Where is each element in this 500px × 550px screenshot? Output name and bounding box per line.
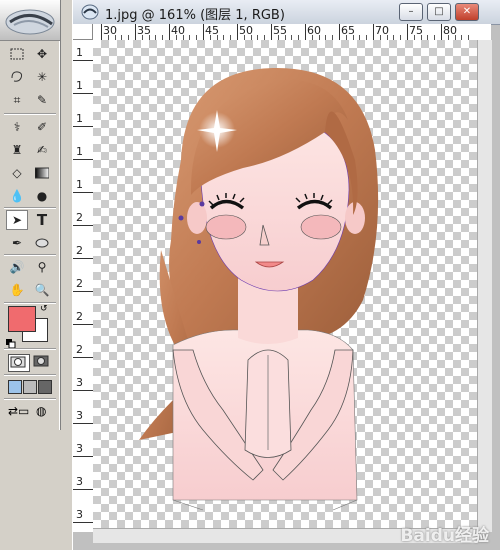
document-window: 1.jpg @ 161% (图层 1, RGB) – □ ✕ 30 35 40 45 5… <box>72 0 500 550</box>
ruler-tick-line <box>101 24 102 40</box>
dodge-icon[interactable]: ● <box>31 186 53 206</box>
crop-icon[interactable]: ⌗ <box>6 90 28 110</box>
ruler-tick-label: 3 <box>76 409 83 422</box>
tool-palette: ✥ ✳ ⌗ ✎ ⚕ ✐ ♜ ✍ ◇ 💧 ● ➤ T ✒ 🔊 ⚲ ✋ 🔍 ↺ ⇄▭… <box>0 0 61 430</box>
quick-mask-icon[interactable] <box>32 354 52 370</box>
marquee-icon[interactable] <box>6 44 28 64</box>
jump-to-imageready-icon[interactable]: ⇄▭ <box>8 404 36 420</box>
ruler-tick-label: 3 <box>76 442 83 455</box>
blur-icon[interactable]: 💧 <box>6 186 28 206</box>
hand-icon[interactable]: ✋ <box>6 280 28 300</box>
eraser-icon[interactable]: ◇ <box>6 163 28 183</box>
eyedropper-icon[interactable]: ⚲ <box>31 257 53 277</box>
zoom-icon[interactable]: 🔍 <box>31 280 53 300</box>
ruler-tick-label: 2 <box>76 277 83 290</box>
vertical-ruler[interactable]: 1 1 1 1 1 2 2 2 2 2 3 3 3 3 3 <box>73 40 94 532</box>
image-canvas[interactable] <box>93 40 477 528</box>
ruler-tick-line <box>73 192 93 193</box>
path-selection-icon[interactable]: ➤ <box>6 210 28 230</box>
shape-icon[interactable] <box>31 233 53 253</box>
watermark: Baidu经验 <box>400 526 489 546</box>
maximize-button[interactable]: □ <box>427 3 451 21</box>
ear-left <box>187 202 207 234</box>
ruler-tick-label: 1 <box>76 79 83 92</box>
move-icon[interactable]: ✥ <box>31 44 53 64</box>
tool-palette-header[interactable] <box>0 0 60 41</box>
blush-right <box>300 214 342 240</box>
ruler-tick-line <box>339 24 340 40</box>
screen-mode-standard-icon[interactable] <box>8 380 22 394</box>
ruler-tick-label: 3 <box>76 376 83 389</box>
ruler-tick-label: 1 <box>76 178 83 191</box>
ruler-tick-line <box>73 456 93 457</box>
ruler-tick-label: 2 <box>76 244 83 257</box>
foreground-color-swatch[interactable] <box>8 306 36 332</box>
ruler-tick-line <box>73 159 93 160</box>
lasso-icon[interactable] <box>6 67 28 87</box>
ruler-tick-line <box>73 390 93 391</box>
blush-left <box>205 214 247 240</box>
ruler-tick-label: 2 <box>76 343 83 356</box>
document-icon <box>81 4 99 20</box>
ruler-tick-line <box>73 258 93 259</box>
ruler-tick-line <box>73 93 93 94</box>
ruler-tick-label: 3 <box>76 508 83 521</box>
ruler-tick-line <box>73 489 93 490</box>
healing-brush-icon[interactable]: ⚕ <box>6 117 28 137</box>
document-titlebar[interactable]: 1.jpg @ 161% (图层 1, RGB) – □ ✕ <box>73 0 500 25</box>
ruler-tick-line <box>135 24 136 40</box>
ruler-tick-line <box>73 225 93 226</box>
ruler-tick-line <box>237 24 238 40</box>
ruler-tick-label: 1 <box>76 112 83 125</box>
vertical-scrollbar[interactable] <box>477 40 492 532</box>
ruler-tick-line <box>73 291 93 292</box>
ruler-tick-label: 2 <box>76 310 83 323</box>
horizontal-ruler[interactable]: 30 35 40 45 50 55 60 65 70 75 80 <box>93 24 491 41</box>
screen-mode-fullmenu-icon[interactable] <box>23 380 37 394</box>
ruler-tick-line <box>373 24 374 40</box>
ruler-tick-line <box>73 423 93 424</box>
swap-colors-icon[interactable]: ↺ <box>40 304 54 314</box>
type-icon[interactable]: T <box>31 210 53 230</box>
minimize-button[interactable]: – <box>399 3 423 21</box>
standard-mode-icon[interactable] <box>8 354 30 372</box>
girl-illustration <box>139 67 379 511</box>
clone-stamp-icon[interactable]: ♜ <box>6 140 28 160</box>
ruler-tick-label: 1 <box>76 145 83 158</box>
screen-mode-full-icon[interactable] <box>38 380 52 394</box>
imageready-globe-icon[interactable]: ◍ <box>36 404 52 420</box>
photoshop-feather-icon <box>5 9 55 35</box>
default-colors-icon[interactable] <box>6 334 16 349</box>
ruler-tick-label: 2 <box>76 211 83 224</box>
history-brush-icon[interactable]: ✍ <box>31 140 53 160</box>
ruler-tick-label: 3 <box>76 475 83 488</box>
ruler-tick-label: 1 <box>76 46 83 59</box>
notes-icon[interactable]: 🔊 <box>6 257 28 277</box>
ruler-tick-line <box>73 357 93 358</box>
ruler-tick-line <box>305 24 306 40</box>
pen-icon[interactable]: ✒ <box>6 233 28 253</box>
ruler-tick-line <box>271 24 272 40</box>
close-button[interactable]: ✕ <box>455 3 479 21</box>
ruler-tick-line <box>441 24 442 40</box>
ruler-tick-line <box>169 24 170 40</box>
ruler-origin[interactable] <box>73 24 93 40</box>
gradient-icon[interactable] <box>31 163 53 183</box>
slice-icon[interactable]: ✎ <box>31 90 53 110</box>
ruler-tick-line <box>407 24 408 40</box>
brush-icon[interactable]: ✐ <box>31 117 53 137</box>
ruler-tick-line <box>73 324 93 325</box>
document-title: 1.jpg @ 161% (图层 1, RGB) <box>105 8 285 23</box>
ruler-tick-line <box>203 24 204 40</box>
magic-wand-icon[interactable]: ✳ <box>31 67 53 87</box>
ruler-tick-line <box>73 126 93 127</box>
ruler-tick-line <box>73 522 93 523</box>
ruler-tick-line <box>73 60 93 61</box>
